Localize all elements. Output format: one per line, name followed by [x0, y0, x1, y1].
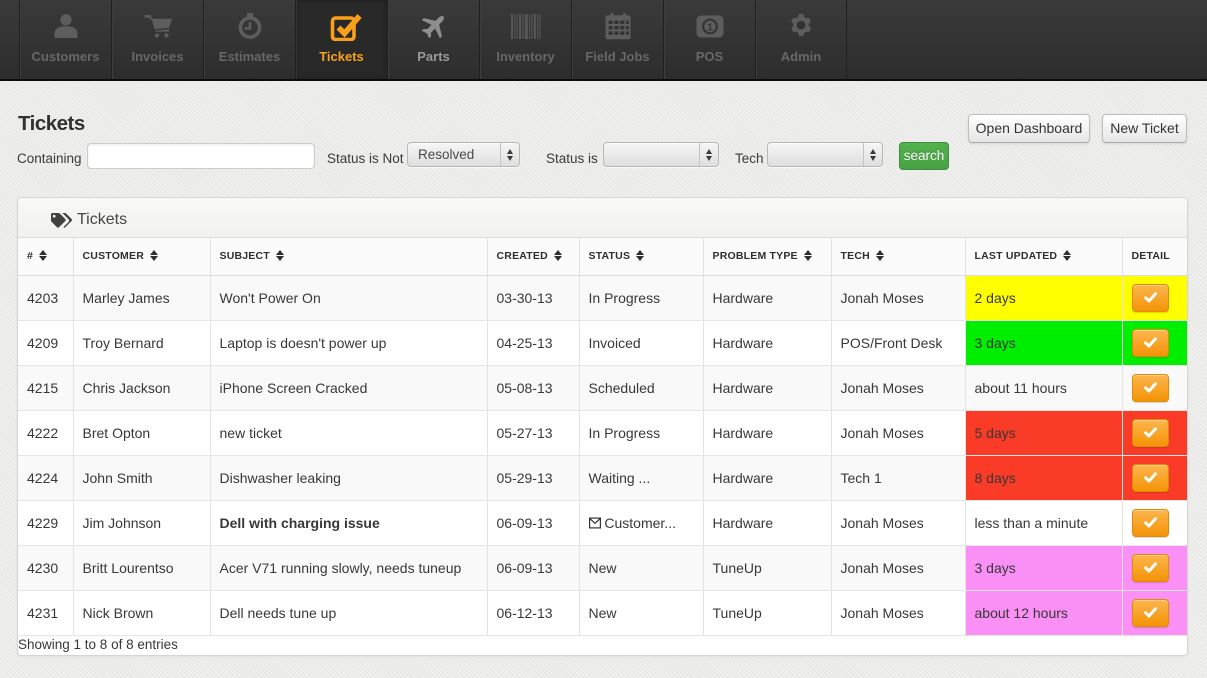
svg-text:1: 1 — [707, 21, 713, 33]
